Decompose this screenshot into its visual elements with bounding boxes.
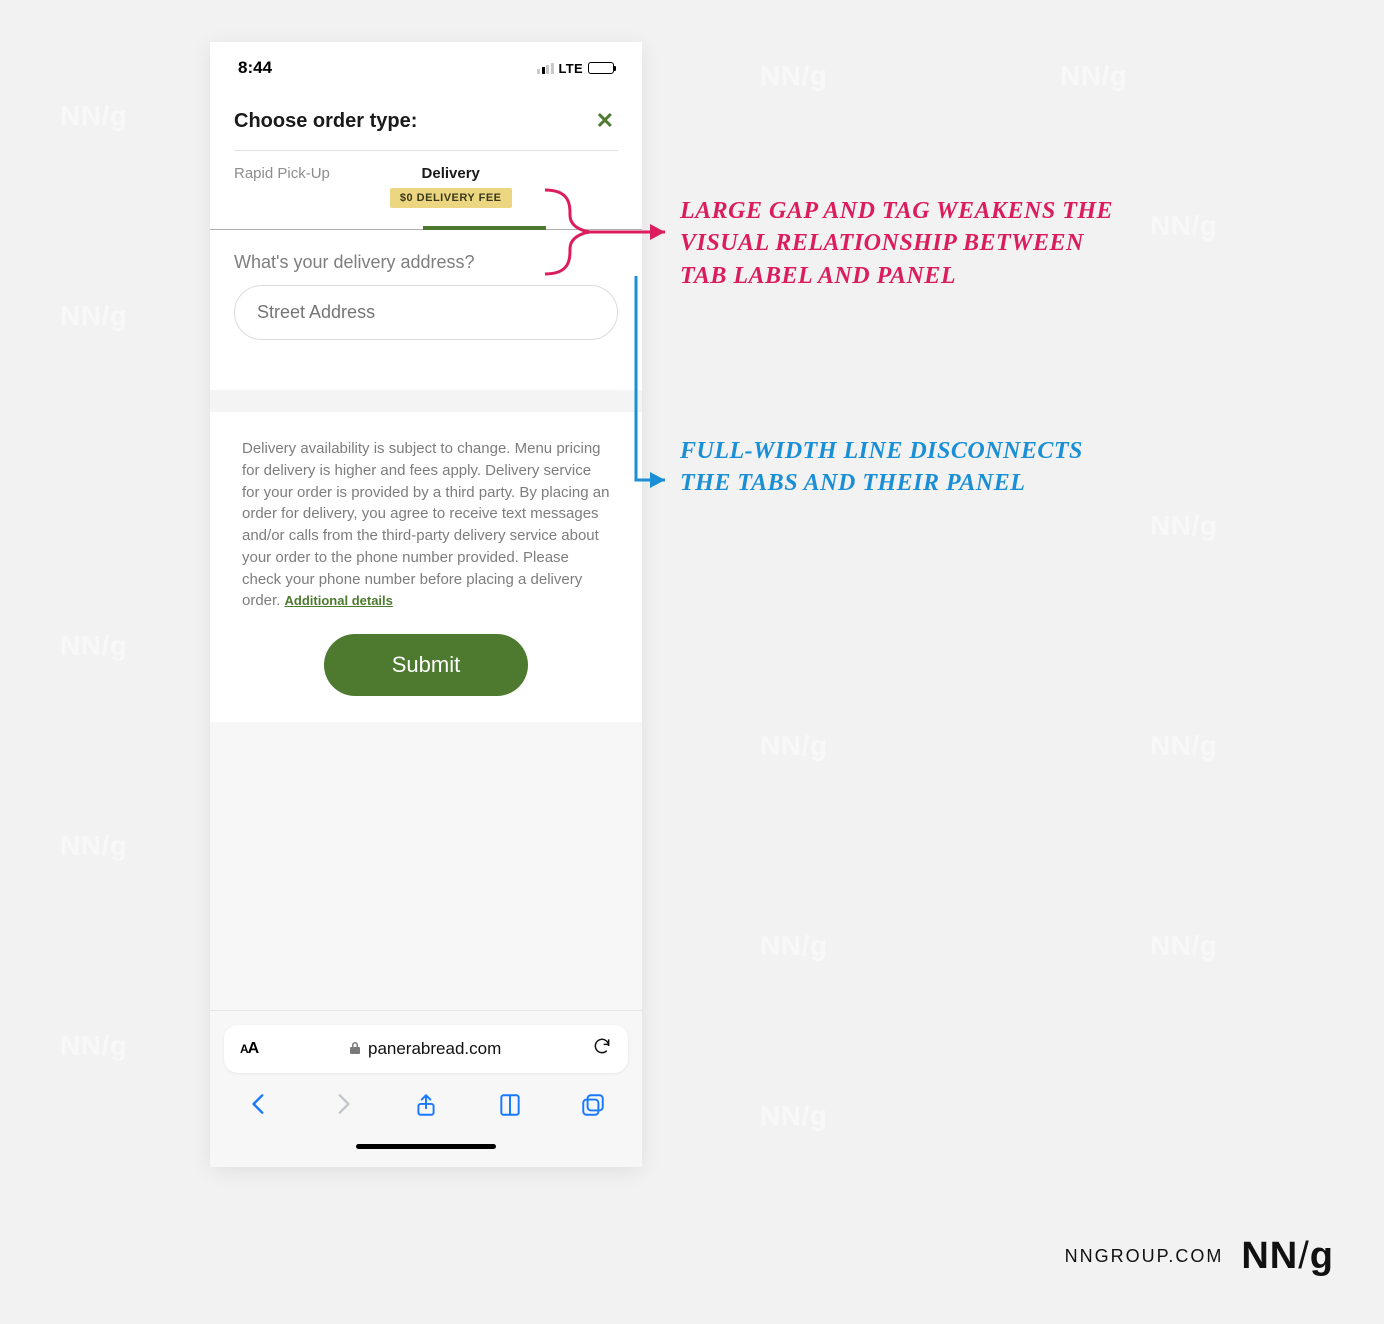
- watermark: NN/g: [760, 730, 827, 762]
- reload-icon[interactable]: [592, 1036, 612, 1062]
- watermark: NN/g: [1150, 930, 1217, 962]
- order-type-tabs: Rapid Pick-Up Delivery $0 DELIVERY FEE: [210, 151, 642, 208]
- watermark: NN/g: [1060, 60, 1127, 92]
- address-question: What's your delivery address?: [234, 252, 618, 273]
- delivery-fee-badge: $0 DELIVERY FEE: [390, 188, 512, 208]
- battery-icon: [588, 62, 614, 74]
- tab-label: Rapid Pick-Up: [234, 165, 330, 182]
- watermark: NN/g: [60, 1030, 127, 1062]
- watermark: NN/g: [760, 930, 827, 962]
- brand-footer: NNGROUP.COM NN/g: [1065, 1235, 1334, 1278]
- home-indicator: [356, 1144, 496, 1149]
- tab-delivery[interactable]: Delivery $0 DELIVERY FEE: [390, 165, 512, 208]
- forward-icon[interactable]: [330, 1091, 356, 1124]
- share-icon[interactable]: [413, 1092, 439, 1123]
- network-label: LTE: [559, 61, 584, 76]
- url-domain: panerabread.com: [368, 1039, 501, 1059]
- phone-screenshot: 8:44 LTE Choose order type: ✕ Rapid Pick…: [210, 42, 642, 1167]
- url-bar[interactable]: AA panerabread.com: [224, 1025, 628, 1073]
- watermark: NN/g: [60, 830, 127, 862]
- watermark: NN/g: [1150, 210, 1217, 242]
- status-bar: 8:44 LTE: [210, 42, 642, 86]
- close-icon[interactable]: ✕: [592, 106, 618, 136]
- tab-pickup[interactable]: Rapid Pick-Up: [234, 165, 330, 182]
- page-title: Choose order type:: [234, 110, 417, 133]
- watermark: NN/g: [60, 100, 127, 132]
- brand-logo: NN/g: [1241, 1235, 1334, 1278]
- text-size-icon[interactable]: AA: [240, 1040, 258, 1058]
- street-address-input[interactable]: [234, 285, 618, 340]
- tab-underline: [210, 226, 642, 230]
- watermark: NN/g: [760, 1100, 827, 1132]
- watermark: NN/g: [1150, 730, 1217, 762]
- watermark: NN/g: [760, 60, 827, 92]
- bookmarks-icon[interactable]: [497, 1092, 523, 1123]
- tabs-icon[interactable]: [580, 1092, 606, 1123]
- watermark: NN/g: [1150, 510, 1217, 542]
- brand-url: NNGROUP.COM: [1065, 1246, 1224, 1267]
- annotation-blue: Full-width line disconnects the tabs and…: [680, 435, 1120, 500]
- lock-icon: [349, 1041, 361, 1058]
- signal-icon: [537, 63, 554, 74]
- safari-chrome: AA panerabread.com: [210, 1010, 642, 1167]
- section-gap: [210, 390, 642, 412]
- delivery-fineprint: Delivery availability is subject to chan…: [242, 438, 610, 612]
- annotation-red: Large gap and tag weakens the visual rel…: [680, 195, 1120, 292]
- watermark: NN/g: [60, 630, 127, 662]
- tab-label: Delivery: [422, 165, 480, 182]
- status-time: 8:44: [238, 58, 272, 78]
- additional-details-link[interactable]: Additional details: [285, 593, 393, 608]
- watermark: NN/g: [60, 300, 127, 332]
- back-icon[interactable]: [246, 1091, 272, 1124]
- submit-button[interactable]: Submit: [324, 634, 528, 696]
